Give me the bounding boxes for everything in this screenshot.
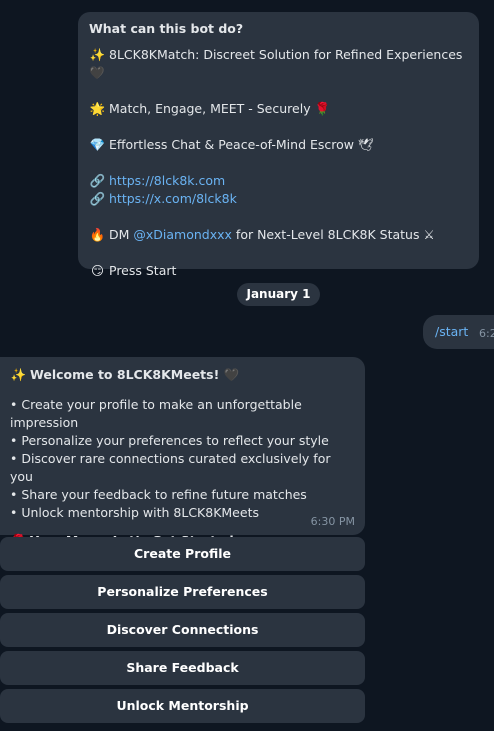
x-link-line: 🔗 https://x.com/8lck8k (89, 190, 468, 208)
unlock-mentorship-button[interactable]: Unlock Mentorship (0, 689, 365, 723)
description-line: 🌟 Match, Engage, MEET - Securely 🌹 (89, 101, 331, 116)
message-time: 6:2 (479, 327, 494, 340)
fire-icon: 🔥 (89, 227, 106, 242)
rose-icon: 🌹 (314, 101, 331, 116)
description-line: ✨ 8LCK8KMatch: Discreet Solution for Refi… (89, 47, 463, 80)
website-link[interactable]: https://8lck8k.com (109, 173, 225, 188)
feature-list: • Create your profile to make an unforge… (10, 396, 355, 522)
message-time: 6:30 PM (310, 515, 355, 528)
star-icon: 🌟 (89, 101, 106, 116)
dm-line: 🔥 DM @xDiamondxxx for Next-Level 8LCK8K S… (89, 227, 435, 242)
website-link-line: 🔗 https://8lck8k.com (89, 172, 468, 190)
personalize-preferences-button[interactable]: Personalize Preferences (0, 575, 365, 609)
sparkles-icon: ✨ (89, 47, 106, 62)
share-feedback-button[interactable]: Share Feedback (0, 651, 365, 685)
mention-link[interactable]: @xDiamondxxx (133, 227, 232, 242)
list-item: • Personalize your preferences to reflec… (10, 433, 329, 448)
bot-description-bubble: What can this bot do? ✨ 8LCK8KMatch: Disc… (78, 12, 479, 278)
gem-icon: 💎 (89, 137, 106, 152)
start-command[interactable]: /start (435, 324, 468, 339)
black-heart-icon: 🖤 (223, 367, 240, 382)
list-item: • Unlock mentorship with 8LCK8KMeets (10, 505, 259, 520)
date-divider: January 1 (237, 283, 320, 306)
list-item: • Create your profile to make an unforge… (10, 397, 302, 430)
press-start-line: 😏 Press Start (90, 263, 177, 278)
sparkles-icon: ✨ (10, 367, 27, 382)
link-icon: 🔗 (89, 173, 106, 188)
list-item: • Share your feedback to refine future m… (10, 487, 307, 502)
create-profile-button[interactable]: Create Profile (0, 537, 365, 571)
smirk-icon: 😏 (90, 263, 105, 278)
dove-icon: 🕊 (357, 137, 374, 152)
list-item: • Discover rare connections curated excl… (10, 451, 331, 484)
welcome-message: ✨ Welcome to 8LCK8KMeets! 🖤 • Create your… (0, 357, 365, 548)
link-icon: 🔗 (89, 191, 106, 206)
x-profile-link[interactable]: https://x.com/8lck8k (109, 191, 237, 206)
description-line: 💎 Effortless Chat & Peace-of-Mind Escrow … (89, 137, 374, 152)
black-heart-icon: 🖤 (89, 65, 105, 80)
discover-connections-button[interactable]: Discover Connections (0, 613, 365, 647)
welcome-title: ✨ Welcome to 8LCK8KMeets! 🖤 (10, 367, 240, 382)
crossed-swords-icon: ⚔ (423, 227, 435, 242)
bot-description-title: What can this bot do? (89, 21, 244, 36)
outgoing-message: /start 6:2 (423, 315, 494, 349)
